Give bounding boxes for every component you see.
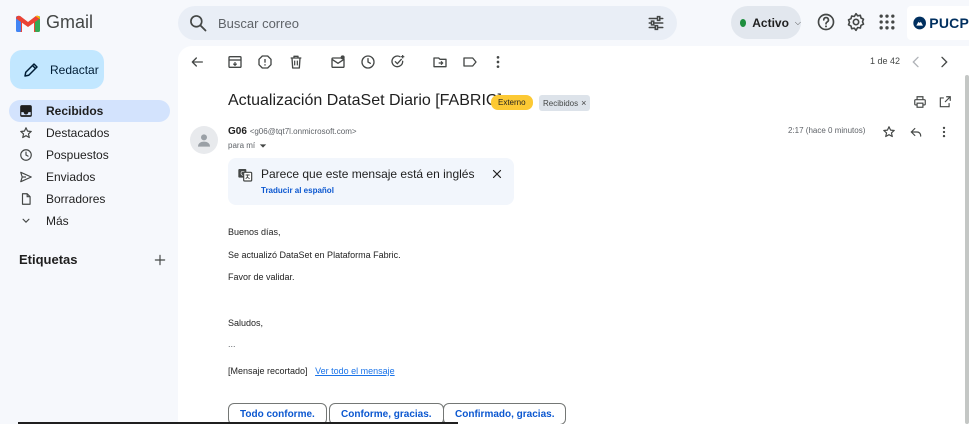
- person-icon: [198, 134, 210, 147]
- translate-icon: G: [238, 169, 253, 182]
- avatar[interactable]: [190, 126, 218, 154]
- search-input[interactable]: [218, 15, 638, 31]
- gear-icon[interactable]: [846, 12, 866, 32]
- move-to-folder-icon[interactable]: [432, 54, 448, 70]
- search-bar[interactable]: [178, 6, 677, 40]
- translate-banner: G Parece que este mensaje está en inglés…: [228, 158, 514, 205]
- gmail-logo[interactable]: Gmail: [16, 12, 93, 33]
- recipient-line[interactable]: para mí: [228, 141, 267, 150]
- sender-line: G06 <g06@tqt7l.onmicrosoft.com>: [228, 126, 357, 137]
- message-timestamp: 2:17 (hace 0 minutos): [788, 126, 866, 135]
- body-line: Favor de validar.: [228, 272, 295, 282]
- inbox-label-chip[interactable]: Recibidos ×: [539, 95, 591, 111]
- reply-icon[interactable]: [909, 125, 923, 139]
- sidebar-item-label: Borradores: [46, 192, 106, 206]
- sender-email: <g06@tqt7l.onmicrosoft.com>: [249, 127, 357, 136]
- more-vertical-icon[interactable]: [937, 125, 951, 139]
- organization-name: PUCP: [929, 15, 969, 31]
- external-badge: Externo: [491, 95, 533, 110]
- mark-unread-icon[interactable]: [330, 54, 346, 70]
- body-line: Se actualizó DataSet en Plataforma Fabri…: [228, 250, 401, 260]
- status-dot: [740, 18, 747, 27]
- sidebar-item-inbox[interactable]: Recibidos: [9, 100, 170, 122]
- clock-icon: [20, 149, 32, 161]
- smart-reply-button[interactable]: Todo conforme.: [228, 403, 327, 424]
- pencil-icon: [24, 62, 38, 77]
- inbox-label-text: Recibidos: [543, 98, 579, 108]
- view-full-message-link[interactable]: Ver todo el mensaje: [315, 366, 395, 376]
- sidebar-item-label: Más: [46, 214, 69, 228]
- chevron-left-icon[interactable]: [908, 54, 924, 70]
- send-icon: [20, 171, 32, 183]
- translate-link[interactable]: Traducir al español: [261, 186, 334, 195]
- labels-heading: Etiquetas: [19, 252, 78, 267]
- organization-logo[interactable]: PUCP: [907, 6, 969, 40]
- message-subject: Actualización DataSet Diario [FABRIC]: [228, 92, 502, 109]
- chevron-down-icon: ⌵: [794, 17, 801, 27]
- body-closing: Saludos,: [228, 318, 264, 328]
- trash-icon[interactable]: [288, 54, 304, 70]
- caret-down-icon[interactable]: [259, 142, 267, 150]
- recipient-label: para mí: [228, 141, 256, 150]
- inbox-icon: [20, 105, 32, 117]
- scrollbar[interactable]: [965, 75, 969, 424]
- sidebar-item-snoozed[interactable]: Pospuestos: [0, 144, 170, 166]
- sender-name[interactable]: G06: [228, 126, 247, 137]
- archive-icon[interactable]: [227, 54, 243, 70]
- status-label: Activo: [752, 15, 789, 30]
- sidebar-item-sent[interactable]: Enviados: [0, 166, 170, 188]
- body-greeting: Buenos días,: [228, 227, 281, 237]
- plus-icon[interactable]: [153, 253, 167, 267]
- sidebar-item-drafts[interactable]: Borradores: [0, 188, 170, 210]
- chevron-right-icon[interactable]: [936, 54, 952, 70]
- star-icon: [20, 127, 32, 139]
- pager-count: 1 de 42: [870, 56, 901, 66]
- report-spam-icon[interactable]: [257, 54, 273, 70]
- draft-icon: [21, 193, 31, 205]
- chevron-down-icon: [22, 218, 30, 223]
- translate-title: Parece que este mensaje está en inglés: [261, 167, 475, 181]
- clipped-label: [Mensaje recortado]: [228, 366, 308, 376]
- search-options-icon[interactable]: [647, 14, 665, 32]
- sidebar-item-starred[interactable]: Destacados: [0, 122, 170, 144]
- add-task-icon[interactable]: [390, 54, 406, 70]
- search-icon[interactable]: [188, 13, 208, 33]
- more-vertical-icon[interactable]: [490, 54, 506, 70]
- gmail-m-icon: [16, 15, 40, 32]
- print-icon[interactable]: [913, 95, 927, 109]
- sidebar-nav: Recibidos Destacados Pospuestos Enviados…: [0, 100, 176, 232]
- back-arrow-icon[interactable]: [189, 54, 205, 70]
- snooze-clock-icon[interactable]: [360, 54, 376, 70]
- compose-label: Redactar: [50, 62, 99, 77]
- clipped-notice: [Mensaje recortado] Ver todo el mensaje: [228, 366, 395, 376]
- sidebar-item-more[interactable]: Más: [0, 210, 170, 232]
- label-tag-icon[interactable]: [462, 54, 478, 70]
- message-pane: 1 de 42 Actualización DataSet Diario [FA…: [178, 46, 969, 424]
- close-icon[interactable]: [491, 168, 503, 180]
- smart-reply-button[interactable]: Conforme, gracias.: [329, 403, 444, 424]
- help-icon[interactable]: [816, 12, 836, 32]
- top-bar: Gmail Activo ⌵: [0, 0, 969, 46]
- apps-grid-icon[interactable]: [877, 12, 897, 32]
- app-name: Gmail: [46, 12, 94, 32]
- sidebar-item-label: Enviados: [46, 170, 96, 184]
- open-new-window-icon[interactable]: [938, 95, 952, 109]
- compose-button[interactable]: Redactar: [10, 50, 104, 89]
- status-selector[interactable]: Activo ⌵: [731, 6, 801, 39]
- sidebar-item-label: Pospuestos: [46, 148, 109, 162]
- sidebar-item-label: Recibidos: [46, 104, 104, 118]
- star-icon[interactable]: [882, 125, 896, 139]
- smart-reply-button[interactable]: Confirmado, gracias.: [443, 403, 567, 424]
- pucp-seal-icon: [913, 16, 926, 30]
- labels-section-header: Etiquetas: [19, 252, 167, 267]
- quoted-ellipsis[interactable]: ...: [228, 339, 236, 349]
- sidebar-item-label: Destacados: [46, 126, 110, 140]
- close-icon[interactable]: ×: [581, 98, 586, 108]
